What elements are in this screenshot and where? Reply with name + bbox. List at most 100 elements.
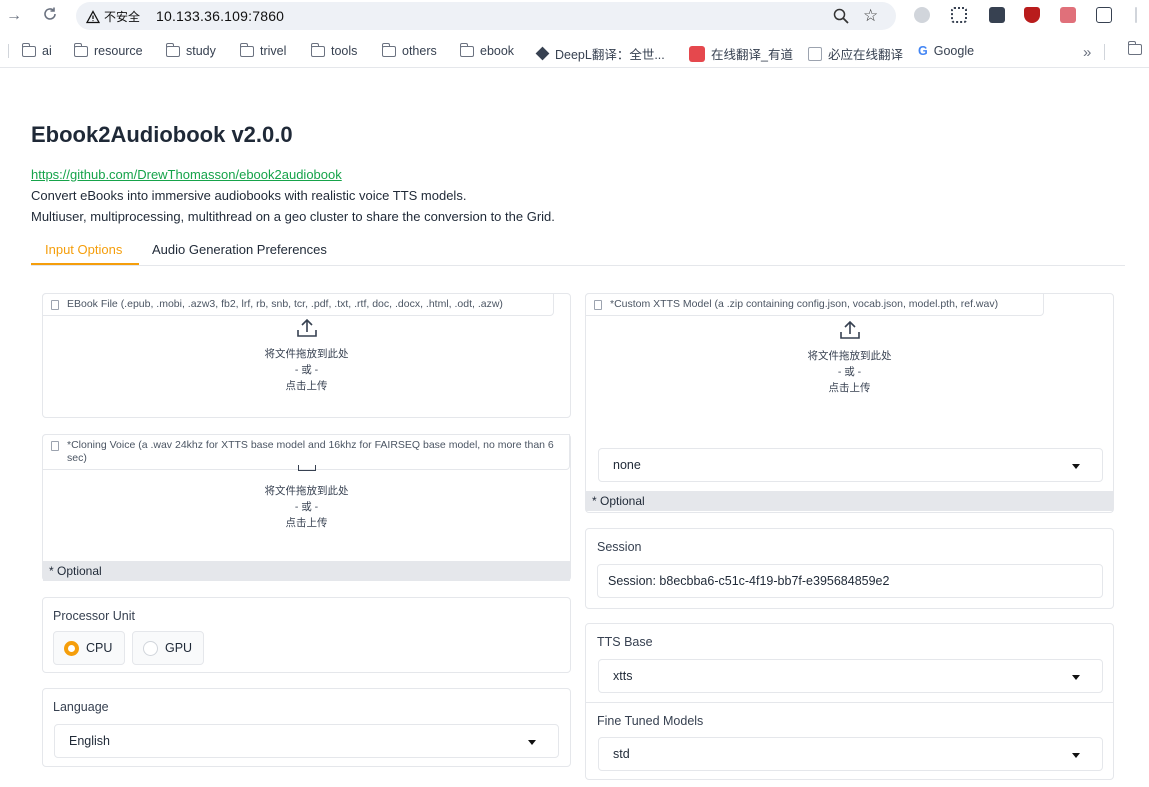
section-divider: [586, 702, 1113, 703]
bookmark-others[interactable]: others: [381, 42, 437, 58]
extensions-puzzle-icon[interactable]: [1096, 7, 1112, 23]
google-icon: G: [918, 44, 928, 58]
folder-icon: [1127, 41, 1142, 55]
cloning-voice-drop-zone[interactable]: 将文件拖放到此处 - 或 - 点击上传: [43, 465, 570, 531]
dropdown-caret-icon: [1072, 675, 1080, 680]
custom-model-upload[interactable]: *Custom XTTS Model (a .zip containing co…: [585, 293, 1114, 513]
fine-tuned-models-select[interactable]: std: [598, 737, 1103, 771]
bookmark-folder-overflow[interactable]: [1127, 41, 1142, 55]
tts-base-select[interactable]: xtts: [598, 659, 1103, 693]
page-title: Ebook2Audiobook v2.0.0: [31, 122, 293, 147]
bookmark-google[interactable]: G Google: [918, 44, 974, 58]
folder-icon: [459, 42, 474, 57]
extension-pink-icon[interactable]: [1060, 7, 1076, 23]
or-text: - 或 -: [294, 364, 319, 376]
toolbar-divider: [1135, 7, 1137, 23]
browser-toolbar: → 不安全 10.133.36.109:7860 ☆: [0, 0, 1149, 32]
language-select[interactable]: English: [54, 724, 559, 758]
bookmarks-divider: [1104, 44, 1105, 60]
bookmarks-bar-edge: [8, 44, 14, 58]
description-line-2: Multiuser, multiprocessing, multithread …: [31, 209, 555, 224]
repo-link[interactable]: https://github.com/DrewThomasson/ebook2a…: [31, 167, 342, 182]
drop-text: 将文件拖放到此处: [807, 350, 892, 362]
tab-bar: Input Options Audio Generation Preferenc…: [31, 234, 1125, 266]
url-text[interactable]: 10.133.36.109:7860: [156, 8, 284, 24]
extension-ublock-icon[interactable]: [1024, 7, 1040, 23]
security-label: 不安全: [104, 10, 141, 24]
extension-qr-icon[interactable]: [951, 7, 967, 23]
reload-icon[interactable]: [40, 6, 60, 26]
file-icon: [51, 300, 59, 310]
folder-icon: [73, 42, 88, 57]
bookmark-study[interactable]: study: [165, 42, 216, 58]
zoom-icon[interactable]: [832, 7, 850, 25]
cloning-voice-optional-note: * Optional: [43, 561, 570, 581]
bookmarks-bar: ai resource study trivel tools others eb…: [0, 36, 1149, 68]
upload-icon: [296, 318, 317, 337]
folder-icon: [21, 42, 36, 57]
description-line-1: Convert eBooks into immersive audiobooks…: [31, 188, 467, 203]
processor-option-gpu[interactable]: GPU: [132, 631, 204, 665]
radio-selected-icon: [64, 641, 79, 656]
bookmark-ebook[interactable]: ebook: [459, 42, 514, 58]
session-block: Session Session: b8ecbba6-c51c-4f19-bb7f…: [585, 528, 1114, 609]
dropdown-caret-icon: [1072, 753, 1080, 758]
folder-icon: [310, 42, 325, 57]
file-icon: [594, 300, 602, 310]
processor-option-cpu[interactable]: CPU: [53, 631, 125, 665]
click-upload-text: 点击上传: [285, 517, 328, 529]
language-label: Language: [53, 700, 109, 714]
bing-icon: [808, 46, 822, 61]
custom-model-drop-zone[interactable]: 将文件拖放到此处 - 或 - 点击上传: [586, 320, 1113, 396]
tts-base-value: xtts: [613, 669, 633, 683]
forward-arrow-icon[interactable]: →: [4, 6, 24, 26]
ebook-drop-zone[interactable]: 将文件拖放到此处 - 或 - 点击上传: [43, 318, 570, 394]
tts-settings-block: TTS Base xtts Fine Tuned Models std: [585, 623, 1114, 780]
security-warning[interactable]: 不安全: [86, 8, 140, 25]
dropdown-caret-icon: [528, 740, 536, 745]
custom-model-optional-note: * Optional: [586, 491, 1113, 511]
extension-dark-icon[interactable]: [989, 7, 1005, 23]
folder-icon: [165, 42, 180, 57]
bookmark-bing[interactable]: 必应在线翻译: [808, 44, 903, 63]
upload-icon: [839, 320, 860, 339]
drop-text: 将文件拖放到此处: [264, 485, 349, 497]
ebook-file-label: EBook File (.epub, .mobi, .azw3, fb2, lr…: [42, 293, 554, 316]
ebook-file-upload[interactable]: EBook File (.epub, .mobi, .azw3, fb2, lr…: [42, 293, 571, 418]
custom-model-value: none: [613, 458, 641, 472]
language-value: English: [69, 734, 110, 748]
bookmark-tools[interactable]: tools: [310, 42, 357, 58]
processor-unit-label: Processor Unit: [53, 609, 135, 623]
extension-globe-icon[interactable]: [914, 7, 930, 23]
bookmark-resource[interactable]: resource: [73, 42, 143, 58]
session-label: Session: [597, 540, 642, 554]
custom-model-select[interactable]: none: [598, 448, 1103, 482]
bookmark-star-icon[interactable]: ☆: [863, 6, 878, 26]
language-block: Language English: [42, 688, 571, 767]
tab-audio-generation-preferences[interactable]: Audio Generation Preferences: [152, 242, 327, 257]
drop-text: 将文件拖放到此处: [264, 348, 349, 360]
session-field[interactable]: Session: b8ecbba6-c51c-4f19-bb7f-e395684…: [597, 564, 1103, 598]
bookmark-trivel[interactable]: trivel: [239, 42, 286, 58]
custom-model-label: *Custom XTTS Model (a .zip containing co…: [585, 293, 1044, 316]
warning-icon: [86, 9, 100, 23]
address-bar[interactable]: 不安全 10.133.36.109:7860 ☆: [76, 2, 896, 30]
deepl-icon: [535, 46, 550, 61]
processor-unit-block: Processor Unit CPU GPU: [42, 597, 571, 673]
cloning-voice-upload[interactable]: *Cloning Voice (a .wav 24khz for XTTS ba…: [42, 434, 571, 581]
file-icon: [51, 441, 59, 451]
or-text: - 或 -: [837, 366, 862, 378]
dropdown-caret-icon: [1072, 464, 1080, 469]
bookmark-youdao[interactable]: 在线翻译_有道: [689, 44, 793, 63]
bookmarks-overflow-button[interactable]: »: [1083, 44, 1091, 61]
youdao-icon: [689, 45, 705, 62]
active-tab-indicator: [31, 263, 139, 265]
upload-icon: [297, 465, 316, 471]
folder-icon: [239, 42, 254, 57]
tts-base-label: TTS Base: [597, 635, 653, 649]
tab-input-options[interactable]: Input Options: [45, 242, 122, 257]
bookmark-deepl[interactable]: DeepL翻译：全世...: [535, 44, 665, 63]
bookmark-ai[interactable]: ai: [21, 42, 52, 58]
fine-tuned-models-label: Fine Tuned Models: [597, 714, 704, 728]
click-upload-text: 点击上传: [828, 382, 871, 394]
